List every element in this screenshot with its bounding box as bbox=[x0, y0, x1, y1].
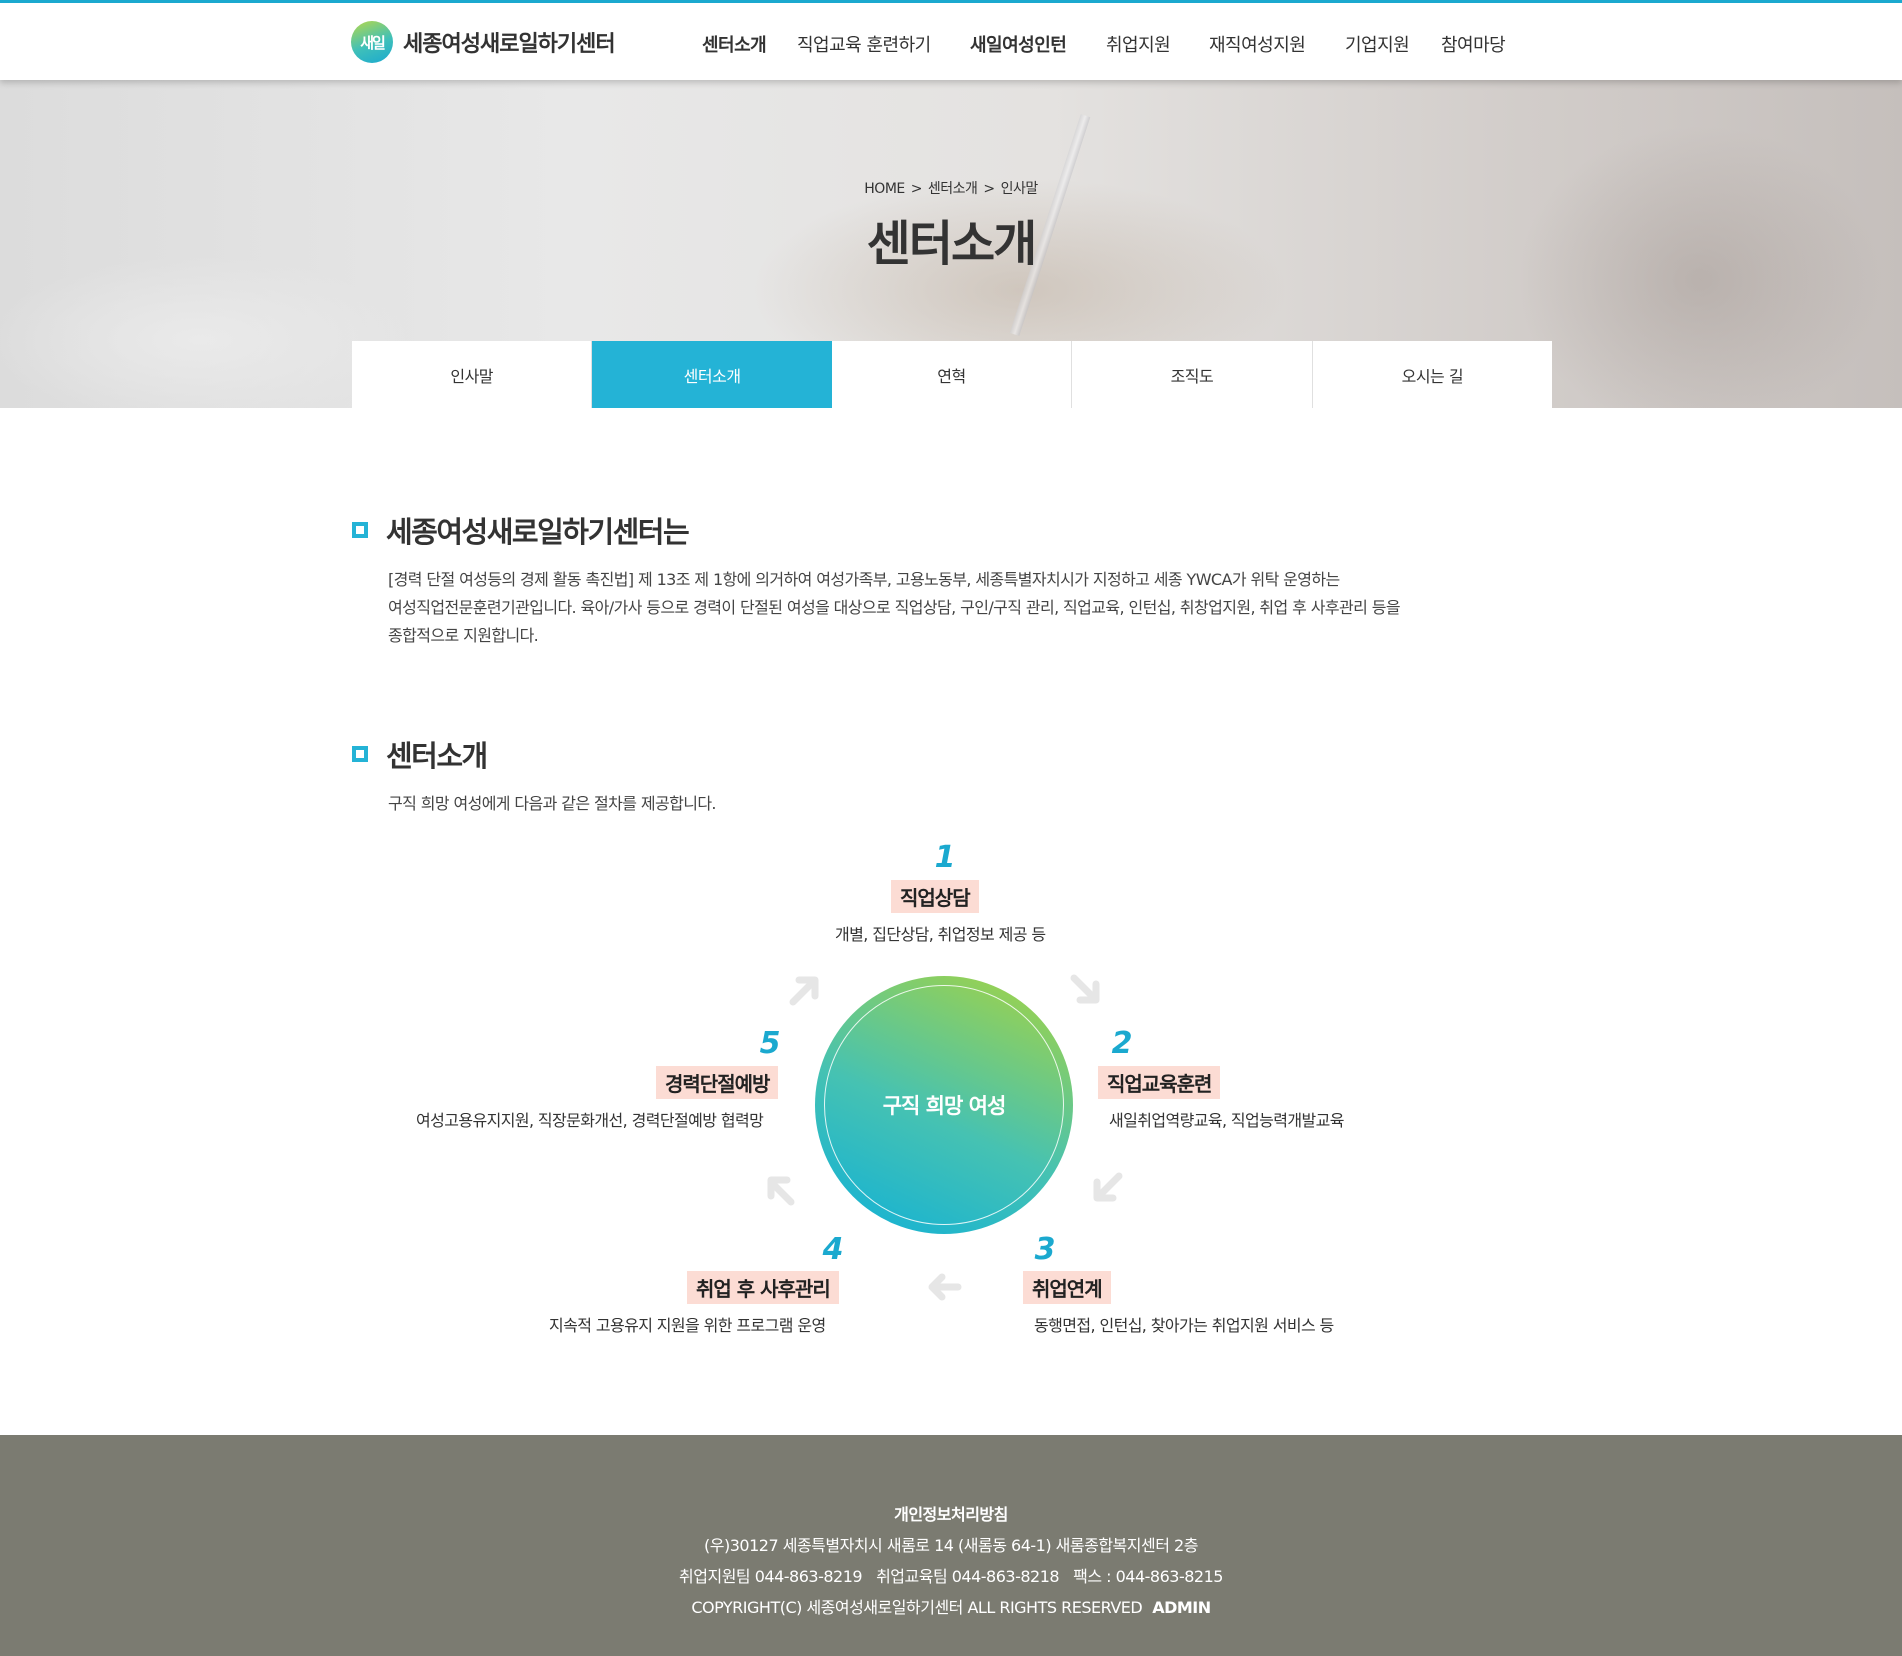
breadcrumb-home[interactable]: HOME bbox=[864, 181, 905, 197]
arrow-up-right-icon bbox=[789, 976, 819, 1006]
process-diagram: 구직 희망 여성 1 직업상담 개별, 집단상담, 취업정보 제공 등 2 직업… bbox=[0, 840, 1902, 1350]
footer-address: (우)30127 세종특별자치시 새롬로 14 (새롬동 64-1) 새롬종합복… bbox=[704, 1536, 1198, 1555]
nav-item-center-intro[interactable]: 센터소개 bbox=[702, 31, 767, 57]
step-2-desc: 새일취업역량교육, 직업능력개발교육 bbox=[1109, 1111, 1345, 1130]
step-5-desc: 여성고용유지지원, 직장문화개선, 경력단절예방 협력망 bbox=[416, 1111, 764, 1130]
breadcrumb-level2[interactable]: 인사말 bbox=[1001, 181, 1039, 197]
logo-mark: 새일 bbox=[351, 21, 393, 63]
tab-center-intro[interactable]: 센터소개 bbox=[592, 341, 832, 408]
about-paragraph: [경력 단절 여성등의 경제 활동 촉진법] 제 13조 제 1항에 의거하여 … bbox=[388, 566, 1498, 650]
step-5-number: 5 bbox=[759, 1026, 781, 1061]
nav-item-participation[interactable]: 참여마당 bbox=[1441, 31, 1506, 57]
paragraph-line: 여성직업전문훈련기관입니다. 육아/가사 등으로 경력이 단절된 여성을 대상으… bbox=[388, 598, 1401, 617]
intro-text: 구직 희망 여성에게 다음과 같은 절차를 제공합니다. bbox=[388, 794, 717, 813]
step-2-label: 직업교육훈련 bbox=[1098, 1066, 1221, 1099]
tab-directions[interactable]: 오시는 길 bbox=[1312, 341, 1553, 408]
section-heading-about: 세종여성새로일하기센터는 bbox=[352, 509, 690, 551]
step-4-desc: 지속적 고용유지 지원을 위한 프로그램 운영 bbox=[549, 1316, 826, 1335]
step-1-label: 직업상담 bbox=[891, 880, 979, 913]
admin-link[interactable]: ADMIN bbox=[1152, 1598, 1211, 1617]
breadcrumb-separator: > bbox=[983, 181, 995, 197]
footer-copyright-row: COPYRIGHT(C) 세종여성새로일하기센터 ALL RIGHTS RESE… bbox=[0, 1592, 1902, 1623]
section-title: 센터소개 bbox=[386, 739, 488, 773]
site-header: 새일 세종여성새로일하기센터 센터소개 직업교육 훈련하기 새일여성인턴 취업지… bbox=[0, 0, 1902, 80]
step-4-number: 4 bbox=[822, 1232, 844, 1267]
step-3-number: 3 bbox=[1034, 1232, 1056, 1267]
sub-tabs: 인사말 센터소개 연혁 조직도 오시는 길 bbox=[352, 341, 1553, 408]
section-title: 세종여성새로일하기센터는 bbox=[386, 515, 690, 549]
footer-fax: 팩스 : 044-863-8215 bbox=[1073, 1567, 1223, 1586]
square-bullet-icon bbox=[352, 522, 368, 538]
step-1-number: 1 bbox=[934, 840, 956, 875]
nav-item-company[interactable]: 기업지원 bbox=[1345, 31, 1410, 57]
footer-phone-education: 취업교육팀 044-863-8218 bbox=[876, 1567, 1060, 1586]
step-4-label: 취업 후 사후관리 bbox=[687, 1271, 839, 1304]
step-3-label: 취업연계 bbox=[1023, 1271, 1111, 1304]
privacy-policy-link[interactable]: 개인정보처리방침 bbox=[894, 1505, 1008, 1524]
center-label: 구직 희망 여성 bbox=[882, 1094, 1007, 1118]
nav-item-intern[interactable]: 새일여성인턴 bbox=[970, 31, 1067, 57]
step-1-desc: 개별, 집단상담, 취업정보 제공 등 bbox=[835, 925, 1046, 944]
breadcrumb: HOME > 센터소개 > 인사말 bbox=[0, 178, 1902, 198]
logo-text: 세종여성새로일하기센터 bbox=[403, 32, 616, 57]
arrow-down-left-icon bbox=[1093, 1172, 1123, 1202]
center-circle: 구직 희망 여성 bbox=[815, 976, 1073, 1234]
site-logo[interactable]: 새일 세종여성새로일하기센터 bbox=[351, 21, 616, 63]
square-bullet-icon bbox=[352, 746, 368, 762]
tab-history[interactable]: 연혁 bbox=[831, 341, 1073, 408]
nav-item-employment[interactable]: 취업지원 bbox=[1106, 31, 1171, 57]
footer-copyright: COPYRIGHT(C) 세종여성새로일하기센터 ALL RIGHTS RESE… bbox=[691, 1598, 1143, 1617]
tab-organization[interactable]: 조직도 bbox=[1072, 341, 1313, 408]
section-heading-intro: 센터소개 bbox=[352, 733, 488, 775]
paragraph-line: 종합적으로 지원합니다. bbox=[388, 626, 539, 645]
page-title: 센터소개 bbox=[866, 216, 1038, 272]
step-2-number: 2 bbox=[1111, 1026, 1133, 1061]
breadcrumb-separator: > bbox=[910, 181, 923, 197]
arrow-left-icon bbox=[928, 1273, 962, 1301]
step-3-desc: 동행면접, 인턴십, 찾아가는 취업지원 서비스 등 bbox=[1034, 1316, 1334, 1335]
tab-greeting[interactable]: 인사말 bbox=[352, 341, 593, 408]
arrow-up-left-icon bbox=[767, 1176, 795, 1206]
arrow-down-right-icon bbox=[1070, 974, 1100, 1004]
paragraph-line: [경력 단절 여성등의 경제 활동 촉진법] 제 13조 제 1항에 의거하여 … bbox=[388, 570, 1340, 589]
breadcrumb-level1[interactable]: 센터소개 bbox=[928, 181, 978, 197]
footer-contacts: 취업지원팀 044-863-8219 취업교육팀 044-863-8218 팩스 :… bbox=[0, 1561, 1902, 1592]
nav-item-working-women[interactable]: 재직여성지원 bbox=[1209, 31, 1306, 57]
step-5-label: 경력단절예방 bbox=[656, 1066, 779, 1099]
nav-item-job-training[interactable]: 직업교육 훈련하기 bbox=[797, 31, 931, 57]
site-footer: 개인정보처리방침 (우)30127 세종특별자치시 새롬로 14 (새롬동 64… bbox=[0, 1435, 1902, 1656]
footer-phone-employment: 취업지원팀 044-863-8219 bbox=[679, 1567, 863, 1586]
